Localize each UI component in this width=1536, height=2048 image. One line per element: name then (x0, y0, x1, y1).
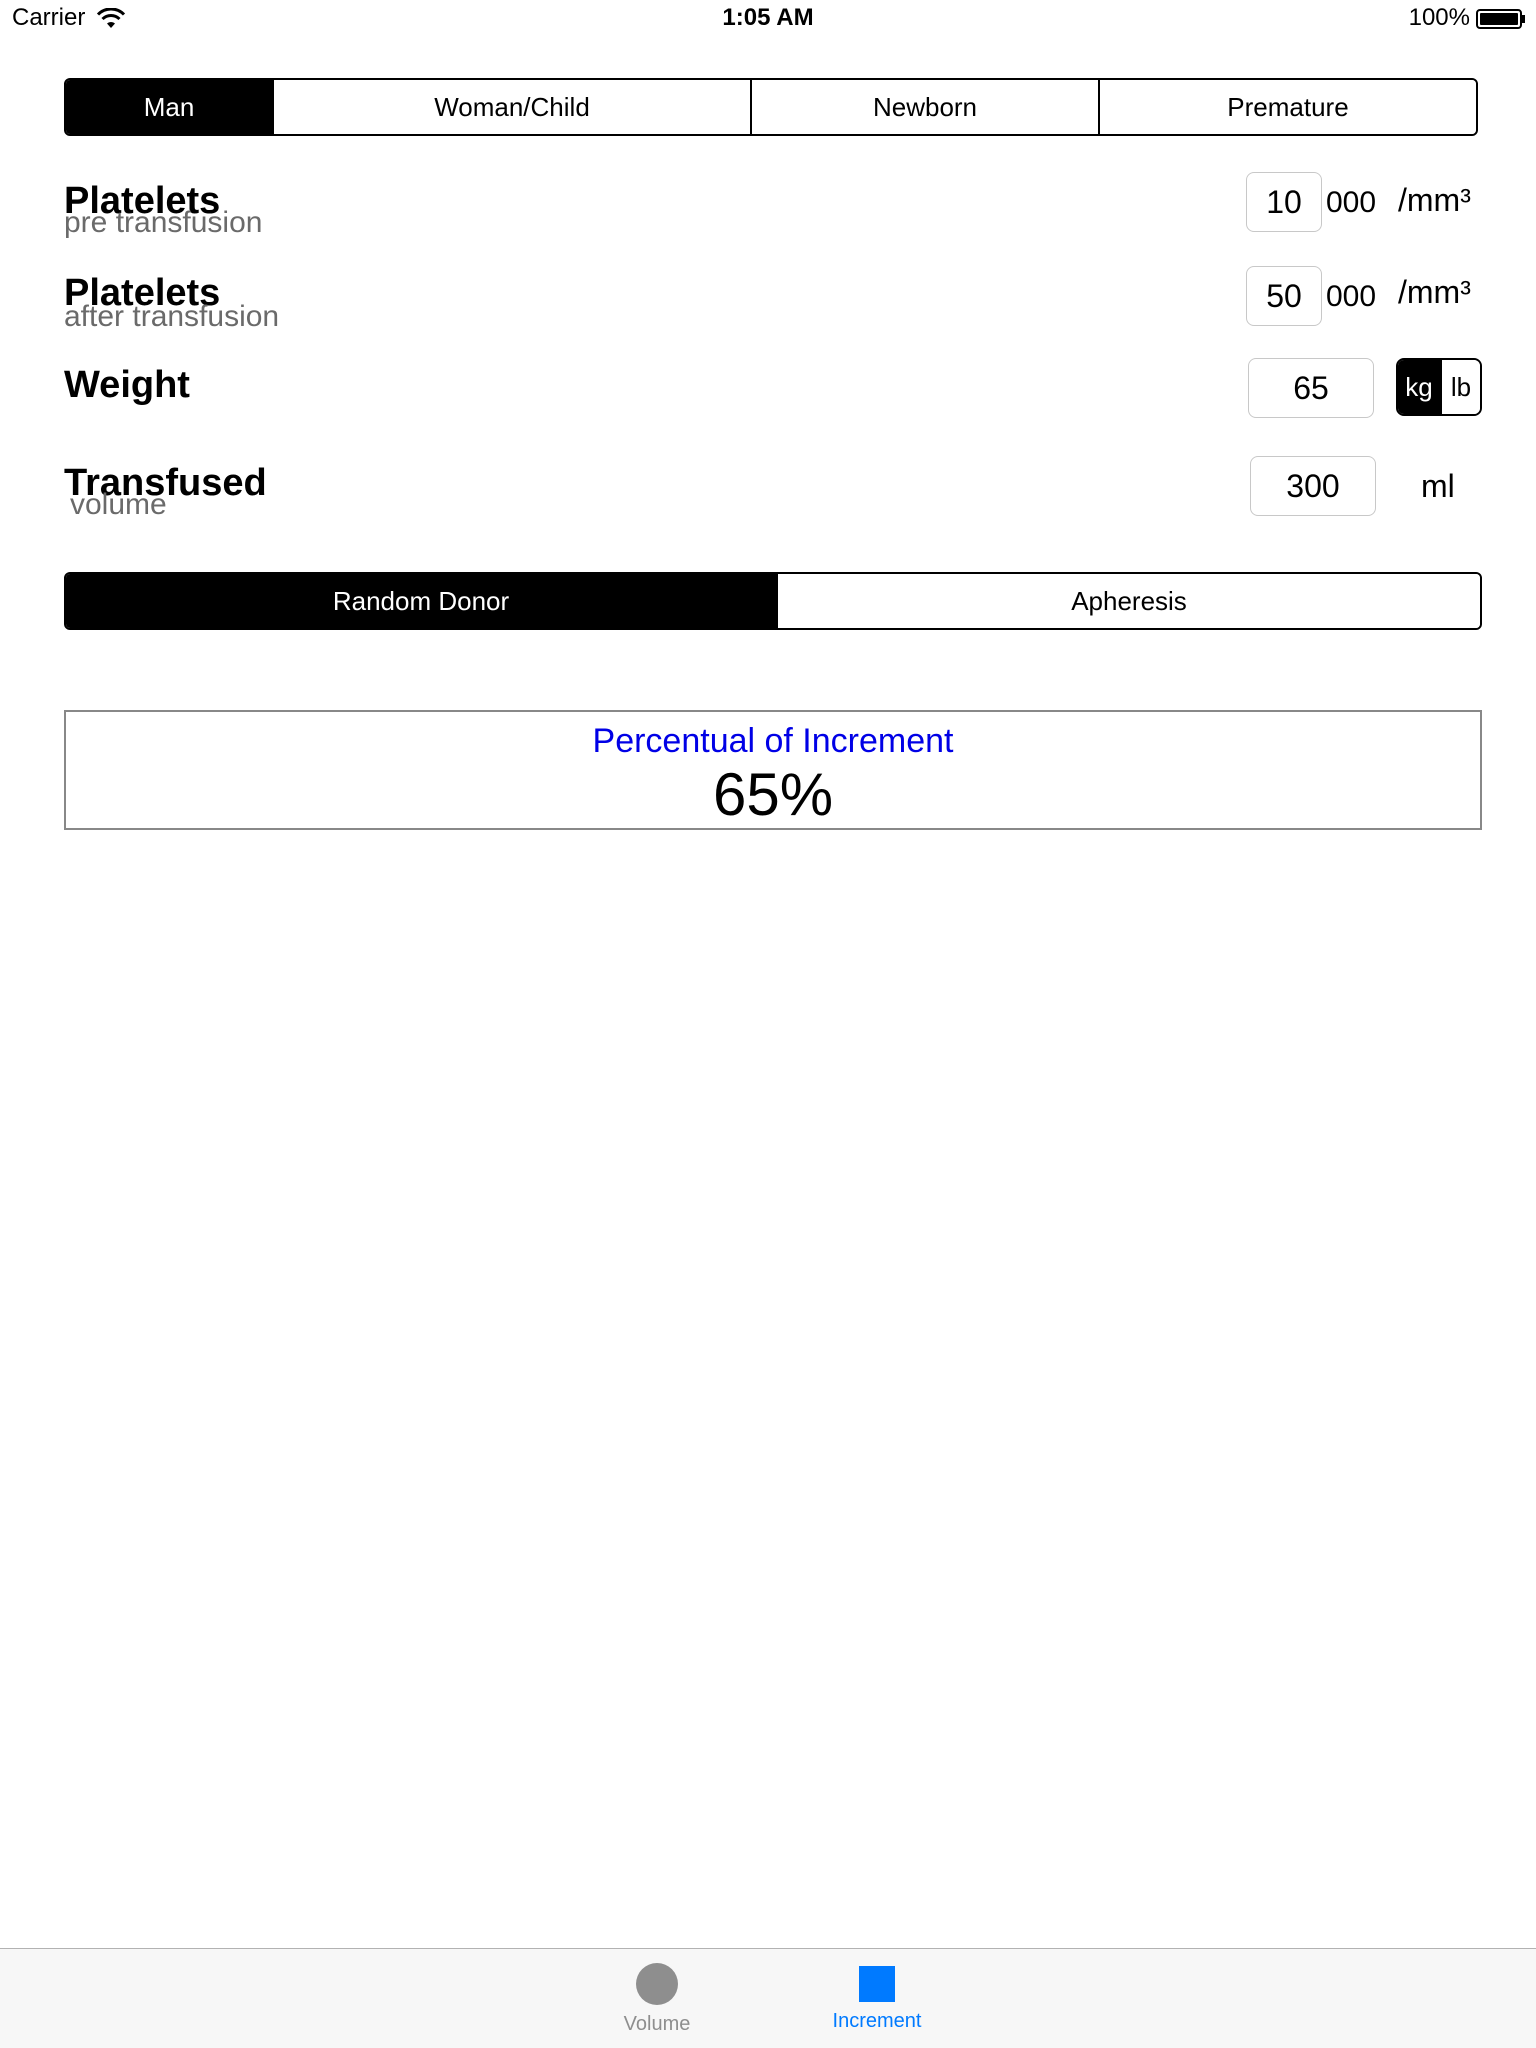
segment-apheresis[interactable]: Apheresis (776, 574, 1480, 628)
segment-random-donor[interactable]: Random Donor (66, 574, 776, 628)
transfused-unit: ml (1421, 468, 1455, 504)
patient-type-segmented-control: Man Woman/Child Newborn Premature (64, 78, 1478, 136)
platelets-after-unit: /mm³ (1398, 274, 1471, 310)
result-value: 65% (712, 761, 834, 828)
segment-man[interactable]: Man (66, 80, 272, 134)
platelets-pre-sublabel: pre transfusion (64, 206, 263, 239)
transfused-volume-input[interactable]: 300 (1250, 456, 1376, 516)
status-time: 1:05 AM (722, 4, 814, 31)
battery-icon (1476, 9, 1525, 29)
platelets-pre-unit: /mm³ (1398, 182, 1471, 218)
weight-label: Weight (64, 364, 190, 406)
platelets-pre-suffix: 000 (1326, 186, 1377, 219)
square-icon (859, 1966, 895, 2002)
result-panel: Percentual of Increment 65% (64, 710, 1482, 830)
tab-increment-label: Increment (832, 2010, 922, 2032)
platelets-after-sublabel: after transfusion (64, 300, 280, 333)
donor-type-segmented-control: Random Donor Apheresis (64, 572, 1482, 630)
weight-input[interactable]: 65 (1248, 358, 1374, 418)
circle-icon (636, 1963, 678, 2005)
tab-volume-label: Volume (623, 2013, 691, 2035)
tab-volume[interactable]: Volume (577, 1963, 737, 2036)
platelets-pre-input[interactable]: 10 (1246, 172, 1322, 232)
segment-lb[interactable]: lb (1440, 360, 1480, 414)
tab-bar: Volume Increment (0, 1948, 1536, 2048)
tab-increment[interactable]: Increment (797, 1963, 957, 2033)
segment-newborn[interactable]: Newborn (750, 80, 1098, 134)
segment-kg[interactable]: kg (1398, 360, 1440, 414)
segment-premature[interactable]: Premature (1098, 80, 1476, 134)
weight-unit-segmented-control: kg lb (1396, 358, 1482, 416)
platelets-after-input[interactable]: 50 (1246, 266, 1322, 326)
battery-percent: 100% (1408, 4, 1470, 31)
transfused-sublabel: volume (70, 488, 167, 521)
result-title: Percentual of Increment (592, 722, 954, 760)
segment-woman-child[interactable]: Woman/Child (272, 80, 750, 134)
platelets-after-suffix: 000 (1326, 280, 1377, 313)
